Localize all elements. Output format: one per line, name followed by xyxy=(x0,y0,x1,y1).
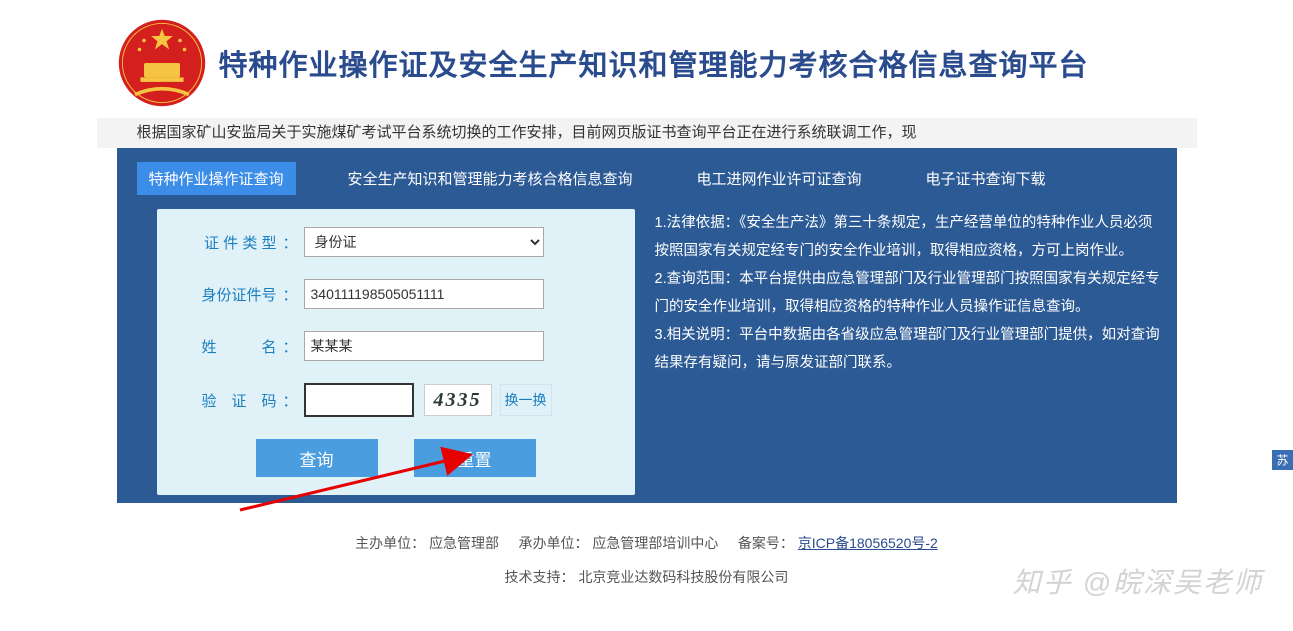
main-panel: 特种作业操作证查询 安全生产知识和管理能力考核合格信息查询 电工进网作业许可证查… xyxy=(117,148,1177,503)
record-link[interactable]: 京ICP备18056520号-2 xyxy=(798,535,938,551)
doc-type-select[interactable]: 身份证 xyxy=(304,227,544,257)
record-label: 备案号： xyxy=(738,535,794,551)
site-title: 特种作业操作证及安全生产知识和管理能力考核合格信息查询平台 xyxy=(219,42,1089,84)
tabs-nav: 特种作业操作证查询 安全生产知识和管理能力考核合格信息查询 电工进网作业许可证查… xyxy=(117,148,1177,205)
info-paragraph-3: 3.相关说明：平台中数据由各省级应急管理部门及行业管理部门提供，如对查询结果存有… xyxy=(655,321,1163,377)
org-label: 承办单位： xyxy=(519,535,589,551)
captcha-label: 验 证 码 xyxy=(177,390,277,411)
id-number-input[interactable] xyxy=(304,279,544,309)
info-text-panel: 1.法律依据：《安全生产法》第三十条规定，生产经营单位的特种作业人员必须按照国家… xyxy=(635,209,1163,495)
side-tag: 苏 xyxy=(1272,450,1293,470)
change-captcha-link[interactable]: 换一换 xyxy=(500,384,552,416)
org-value: 应急管理部培训中心 xyxy=(592,535,718,551)
captcha-input[interactable] xyxy=(304,383,414,417)
site-header: 特种作业操作证及安全生产知识和管理能力考核合格信息查询平台 xyxy=(117,0,1177,118)
sponsor-label: 主办单位： xyxy=(355,535,425,551)
info-paragraph-2: 2.查询范围：本平台提供由应急管理部门及行业管理部门按照国家有关规定经专门的安全… xyxy=(655,265,1163,321)
notice-text: 根据国家矿山安监局关于实施煤矿考试平台系统切换的工作安排，目前网页版证书查询平台… xyxy=(137,124,917,141)
name-label: 姓 名 xyxy=(177,336,277,357)
name-input[interactable] xyxy=(304,331,544,361)
reset-button[interactable]: 重置 xyxy=(414,439,536,477)
tech-value: 北京竞业达数码科技股份有限公司 xyxy=(578,569,788,585)
tech-label: 技术支持： xyxy=(505,569,575,585)
notice-marquee: 根据国家矿山安监局关于实施煤矿考试平台系统切换的工作安排，目前网页版证书查询平台… xyxy=(97,118,1197,148)
id-number-label: 身份证件号 xyxy=(177,284,277,305)
tab-electrician-permit[interactable]: 电工进网作业许可证查询 xyxy=(685,162,874,195)
info-paragraph-1: 1.法律依据：《安全生产法》第三十条规定，生产经营单位的特种作业人员必须按照国家… xyxy=(655,209,1163,265)
national-emblem-icon xyxy=(117,18,207,108)
tab-safety-knowledge-cert[interactable]: 安全生产知识和管理能力考核合格信息查询 xyxy=(336,162,645,195)
query-form: 证 件 类 型 ： 身份证 身份证件号 ： 姓 名 ： 验 证 码 ： xyxy=(157,209,635,495)
doc-type-label: 证 件 类 型 xyxy=(177,232,277,253)
tab-special-operation-cert[interactable]: 特种作业操作证查询 xyxy=(137,162,296,195)
site-footer: 主办单位： 应急管理部 承办单位： 应急管理部培训中心 备案号： 京ICP备18… xyxy=(117,533,1177,631)
query-button[interactable]: 查询 xyxy=(256,439,378,477)
tab-e-cert-download[interactable]: 电子证书查询下载 xyxy=(914,162,1058,195)
captcha-image: 4335 xyxy=(424,384,492,416)
sponsor-value: 应急管理部 xyxy=(429,535,499,551)
